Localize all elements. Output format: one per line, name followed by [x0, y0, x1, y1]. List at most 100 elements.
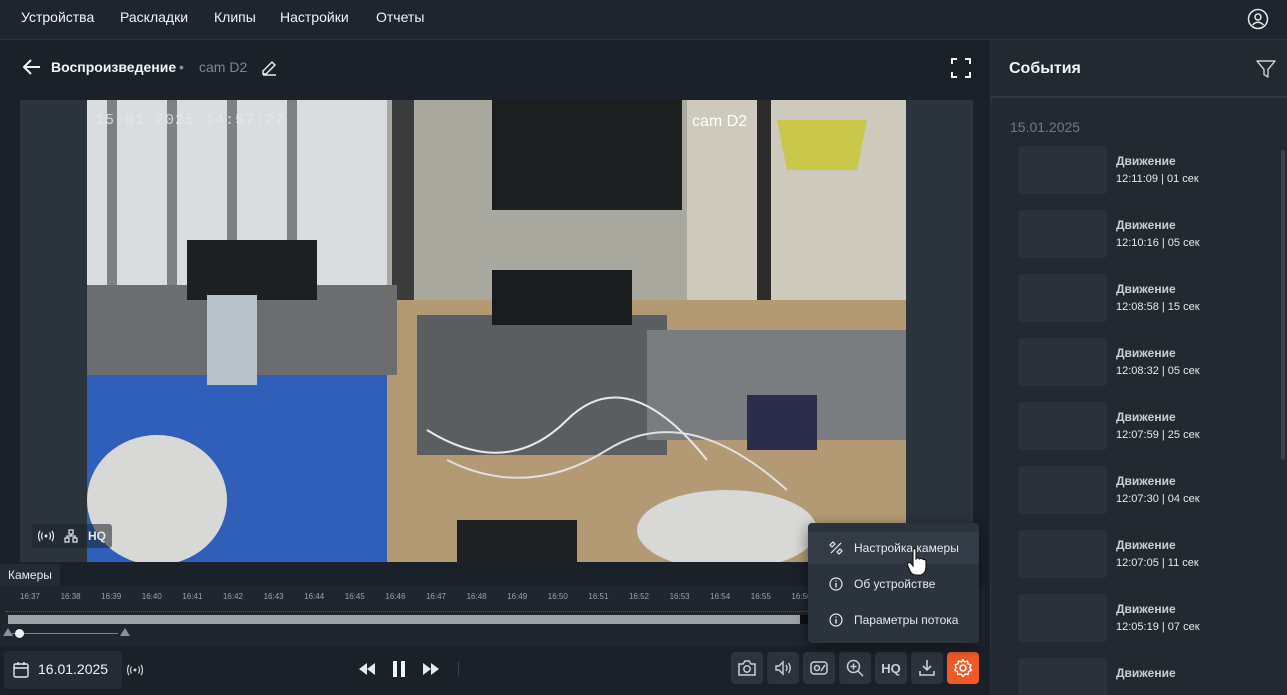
- settings-menu: Настройка камеры Об устройстве Параметры…: [808, 523, 979, 643]
- event-item[interactable]: Движение 12:05:19 | 07 сек: [1018, 594, 1278, 642]
- event-thumbnail: [1018, 146, 1107, 194]
- event-type: Движение: [1116, 282, 1176, 296]
- pause-icon[interactable]: [388, 658, 410, 680]
- events-scrollbar[interactable]: [1281, 150, 1285, 460]
- control-bar: 16.01.2025 HQ: [0, 646, 989, 695]
- nav-clips[interactable]: Клипы: [214, 9, 256, 25]
- event-thumbnail: [1018, 530, 1107, 578]
- event-item[interactable]: Движение 12:11:09 | 01 сек: [1018, 146, 1278, 194]
- timeline-tick-label: 16:45: [344, 592, 365, 601]
- camera-name: cam D2: [199, 59, 248, 75]
- event-thumbnail: [1018, 402, 1107, 450]
- timeline-tick-label: 16:48: [466, 592, 487, 601]
- zoom-button[interactable]: [839, 652, 871, 684]
- event-type: Движение: [1116, 602, 1176, 616]
- clip-button[interactable]: [803, 652, 835, 684]
- events-title: События: [1009, 60, 1081, 77]
- event-item[interactable]: Движение: [1018, 658, 1278, 695]
- recording-bar[interactable]: [8, 615, 800, 624]
- event-item[interactable]: Движение 12:07:59 | 25 сек: [1018, 402, 1278, 450]
- edit-icon[interactable]: [261, 59, 278, 76]
- live-stream-icon: [38, 530, 54, 542]
- hand-cursor-icon: [906, 548, 927, 576]
- timeline-tick-label: 16:54: [710, 592, 731, 601]
- event-thumbnail: [1018, 274, 1107, 322]
- audio-button[interactable]: [767, 652, 799, 684]
- info-icon: [829, 613, 843, 627]
- settings-button[interactable]: [947, 652, 979, 684]
- video-container[interactable]: 15-01-2025 14:57:27 cam D2 HQ: [20, 100, 973, 562]
- event-thumbnail: [1018, 338, 1107, 386]
- event-item[interactable]: Движение 12:10:16 | 05 сек: [1018, 210, 1278, 258]
- menu-item-about-device[interactable]: Об устройстве: [808, 568, 979, 600]
- profile-icon[interactable]: [1247, 8, 1269, 30]
- event-thumbnail: [1018, 466, 1107, 514]
- event-item[interactable]: Движение 12:07:05 | 11 сек: [1018, 530, 1278, 578]
- event-time: 12:08:58 | 15 сек: [1116, 301, 1200, 313]
- office-scene-image: [87, 100, 906, 562]
- download-button[interactable]: [911, 652, 943, 684]
- event-type: Движение: [1116, 154, 1176, 168]
- live-icon[interactable]: [127, 664, 143, 676]
- zoom-in-icon[interactable]: [120, 628, 130, 636]
- rewind-icon[interactable]: [356, 658, 378, 680]
- nav-layouts[interactable]: Раскладки: [120, 9, 188, 25]
- event-time: 12:08:32 | 05 сек: [1116, 365, 1200, 377]
- menu-label: Параметры потока: [854, 613, 959, 627]
- zoom-slider-track[interactable]: [12, 633, 118, 634]
- camera-icon: [738, 660, 756, 676]
- timeline-tick-label: 16:46: [385, 592, 406, 601]
- page-title: Воспроизведение: [51, 59, 177, 75]
- events-panel: События 15.01.2025 Движение 12:11:09 | 0…: [990, 40, 1287, 695]
- timeline-tick-label: 16:38: [60, 592, 81, 601]
- zoom-out-icon[interactable]: [3, 628, 13, 636]
- event-time: 12:07:30 | 04 сек: [1116, 493, 1200, 505]
- timeline-tick-label: 16:52: [628, 592, 650, 601]
- calendar-icon: [13, 662, 29, 678]
- timeline-tick-label: 16:49: [507, 592, 528, 601]
- event-time: 12:05:19 | 07 сек: [1116, 621, 1200, 633]
- events-header: События: [991, 40, 1287, 98]
- event-time: 12:07:59 | 25 сек: [1116, 429, 1200, 441]
- event-item[interactable]: Движение 12:07:30 | 04 сек: [1018, 466, 1278, 514]
- nav-settings[interactable]: Настройки: [280, 9, 349, 25]
- date-picker[interactable]: 16.01.2025: [4, 651, 122, 689]
- info-icon: [829, 577, 843, 591]
- fullscreen-icon[interactable]: [951, 58, 971, 78]
- event-type: Движение: [1116, 474, 1176, 488]
- event-time: 12:10:16 | 05 сек: [1116, 237, 1200, 249]
- title-separator: •: [179, 59, 184, 75]
- event-item[interactable]: Движение 12:08:32 | 05 сек: [1018, 338, 1278, 386]
- hq-button[interactable]: HQ: [875, 652, 907, 684]
- video-frame[interactable]: 15-01-2025 14:57:27 cam D2: [87, 100, 906, 562]
- network-icon: [64, 529, 78, 543]
- menu-item-stream-params[interactable]: Параметры потока: [808, 604, 979, 636]
- cameras-tab[interactable]: Камеры: [0, 564, 60, 586]
- event-type: Движение: [1116, 538, 1176, 552]
- fast-forward-icon[interactable]: [420, 658, 442, 680]
- nav-devices[interactable]: Устройства: [21, 9, 94, 25]
- back-arrow-icon[interactable]: [22, 57, 42, 77]
- event-type: Движение: [1116, 410, 1176, 424]
- video-badges: HQ: [32, 524, 112, 548]
- snapshot-button[interactable]: [731, 652, 763, 684]
- menu-item-camera-settings[interactable]: Настройка камеры: [808, 532, 979, 564]
- event-thumbnail: [1018, 658, 1107, 695]
- zoom-slider-handle[interactable]: [15, 629, 24, 638]
- timeline-tick-label: 16:43: [263, 592, 284, 601]
- download-icon: [919, 660, 935, 676]
- timeline-tick-label: 16:41: [182, 592, 203, 601]
- record-clip-icon: [810, 661, 828, 675]
- timeline-tick-label: 16:55: [750, 592, 771, 601]
- video-camera-label: cam D2: [692, 113, 748, 130]
- filter-icon[interactable]: [1256, 59, 1276, 79]
- event-type: Движение: [1116, 666, 1176, 680]
- timeline-tick-label: 16:37: [19, 592, 41, 601]
- gear-icon: [953, 658, 973, 678]
- nav-reports[interactable]: Отчеты: [376, 9, 424, 25]
- event-item[interactable]: Движение 12:08:58 | 15 сек: [1018, 274, 1278, 322]
- timeline-tick-label: 16:50: [547, 592, 568, 601]
- camera-settings-icon: [829, 541, 843, 555]
- timeline-tick-label: 16:53: [669, 592, 690, 601]
- timeline-tick-label: 16:47: [425, 592, 447, 601]
